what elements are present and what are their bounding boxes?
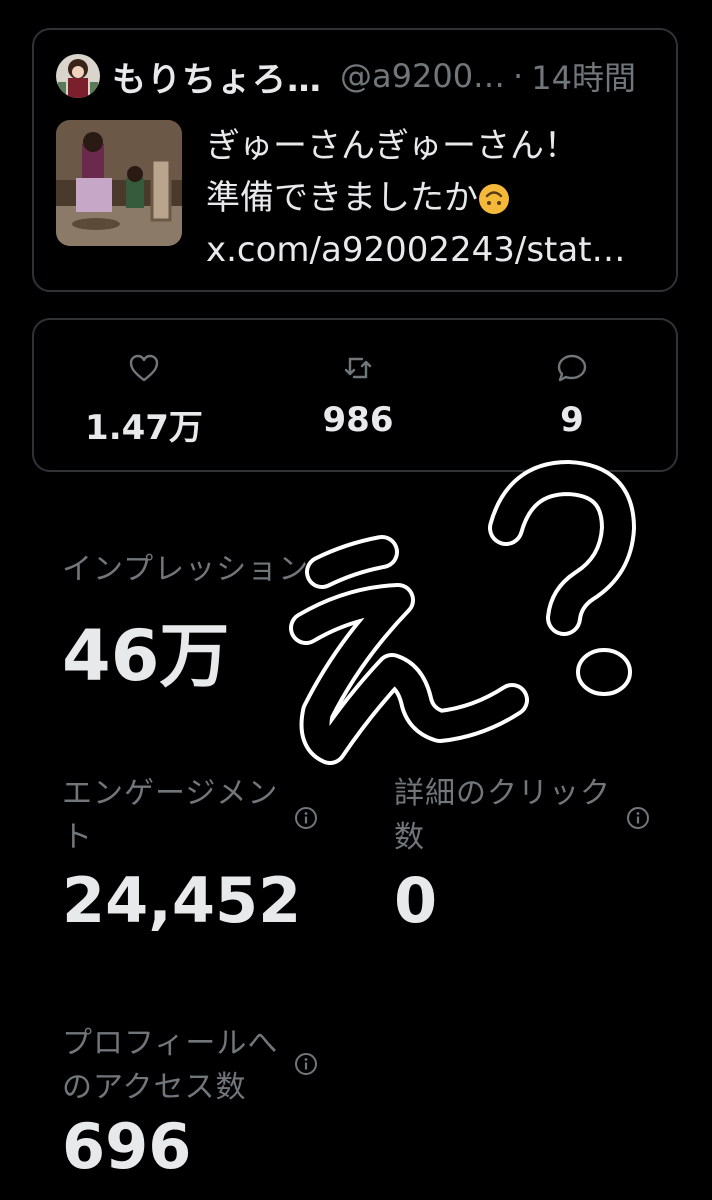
separator-dot: · bbox=[513, 57, 524, 95]
tweet-header: もりちょろ… @a9200… · 14時間 bbox=[56, 54, 656, 98]
engagements-info-icon[interactable] bbox=[294, 806, 318, 830]
engagements-value: 24,452 bbox=[62, 864, 302, 937]
upside-down-face-icon bbox=[478, 178, 510, 214]
engagements-label: エンゲージメント bbox=[62, 776, 279, 855]
detail-clicks-info-icon[interactable] bbox=[626, 806, 650, 830]
likes-stat[interactable]: 1.47万 bbox=[74, 350, 214, 449]
user-handle[interactable]: @a9200… bbox=[340, 57, 505, 95]
replies-stat[interactable]: 9 bbox=[502, 350, 642, 440]
quoted-tweet-card[interactable]: もりちょろ… @a9200… · 14時間 ぎゅーさんぎゅーさん！ 準備できまし… bbox=[32, 28, 678, 292]
display-name[interactable]: もりちょろ… bbox=[112, 54, 322, 99]
likes-count: 1.47万 bbox=[85, 408, 203, 448]
tweet-text-line-1: ぎゅーさんぎゅーさん！ bbox=[206, 126, 578, 166]
tweet-link[interactable]: x.com/a92002243/stat… bbox=[206, 224, 656, 276]
engagement-stats-card: 1.47万 986 9 bbox=[32, 318, 678, 472]
profile-visits-value: 696 bbox=[62, 1110, 192, 1183]
impressions-label: インプレッション bbox=[62, 552, 310, 587]
retweets-stat[interactable]: 986 bbox=[288, 350, 428, 440]
tweet-time[interactable]: 14時間 bbox=[531, 54, 636, 98]
tweet-text[interactable]: ぎゅーさんぎゅーさん！ 準備できましたか x.com/a92002243/sta… bbox=[206, 120, 656, 276]
retweet-icon bbox=[344, 357, 372, 379]
retweets-count: 986 bbox=[322, 400, 394, 440]
handwritten-e-character bbox=[289, 535, 529, 765]
profile-visits-info-icon[interactable] bbox=[294, 1052, 318, 1076]
detail-clicks-label: 詳細のクリック数 bbox=[394, 776, 611, 855]
detail-clicks-value: 0 bbox=[394, 864, 438, 937]
handwritten-question-mark bbox=[488, 460, 636, 696]
tweet-media-thumbnail[interactable] bbox=[56, 120, 182, 246]
replies-count: 9 bbox=[560, 400, 584, 440]
tweet-text-line-2: 準備できましたか bbox=[206, 172, 656, 224]
reply-icon bbox=[557, 354, 587, 382]
avatar[interactable] bbox=[56, 54, 100, 98]
profile-visits-label: プロフィールへのアクセス数 bbox=[62, 1026, 279, 1105]
heart-icon bbox=[129, 354, 159, 382]
impressions-value: 46万 bbox=[62, 615, 230, 697]
